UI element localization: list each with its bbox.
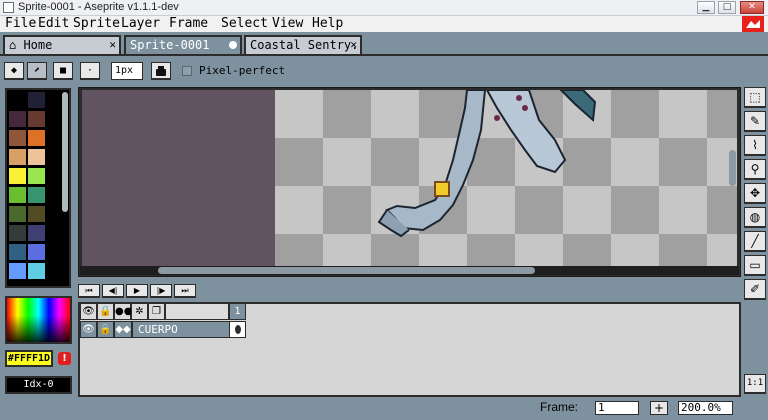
ink-bottle-icon[interactable]	[151, 62, 171, 80]
menu-file[interactable]: File	[3, 16, 38, 32]
first-frame-button[interactable]: ⏮	[78, 284, 100, 298]
next-frame-button[interactable]: |▶	[150, 284, 172, 298]
marquee-tool-icon[interactable]: ⬚	[744, 87, 766, 108]
tab-coastal-sentry[interactable]: Coastal Sentry. ✕	[244, 35, 362, 54]
color-warning-icon[interactable]: !	[58, 352, 71, 365]
color-spectrum[interactable]	[5, 296, 72, 344]
zoom-1to1-button[interactable]: 1:1	[744, 374, 766, 394]
menu-select[interactable]: Select	[219, 16, 270, 32]
close-tab-icon[interactable]: ✕	[350, 37, 357, 53]
layers-icon[interactable]: ❐	[148, 303, 165, 320]
menu-frame[interactable]: Frame	[167, 16, 210, 32]
unsaved-dot-icon	[229, 41, 237, 49]
palette-swatch[interactable]	[9, 244, 26, 260]
vertical-scroll-thumb[interactable]	[729, 150, 736, 186]
fill-tool-icon[interactable]: ◍	[744, 207, 766, 228]
palette-swatch[interactable]	[28, 225, 45, 241]
palette-swatch[interactable]	[9, 225, 26, 241]
palette-swatch[interactable]	[28, 149, 45, 165]
close-tab-icon[interactable]: ✕	[109, 37, 116, 53]
palette-swatch[interactable]	[9, 263, 26, 279]
pixel-perfect-label: Pixel-perfect	[199, 64, 286, 77]
palette-swatch[interactable]	[28, 263, 45, 279]
layer-continuous-icon[interactable]: ◆◆	[114, 321, 132, 338]
menu-help[interactable]: Help	[310, 16, 345, 32]
eye-icon[interactable]: 👁	[80, 303, 97, 320]
brush-size-input[interactable]: 1px	[111, 62, 143, 80]
brush-type-button[interactable]: ◆	[4, 62, 24, 80]
play-button[interactable]: ▶	[126, 284, 148, 298]
tab-sprite-0001[interactable]: Sprite-0001	[124, 35, 242, 54]
layer-name[interactable]: CUERPO	[132, 321, 230, 338]
pixel-perfect-checkbox[interactable]	[182, 66, 192, 76]
rectangle-tool-icon[interactable]: ▭	[744, 255, 766, 276]
menu-view[interactable]: View	[270, 16, 305, 32]
horizontal-scroll-thumb[interactable]	[158, 267, 535, 274]
tools-panel: ⬚ ✎ ⌇ ⚲ ✥ ◍ ╱ ▭ ✐	[744, 87, 768, 395]
palette-swatch[interactable]	[28, 92, 45, 108]
menu-sprite[interactable]: Sprite	[71, 16, 122, 32]
palette-swatch[interactable]	[9, 92, 26, 108]
canvas-background	[82, 90, 275, 266]
gear-icon[interactable]: ✲	[131, 303, 148, 320]
tool-options-bar: ◆ ⬈ ■ · 1px Pixel-perfect	[0, 54, 768, 86]
layer-visibility-eye-icon[interactable]: 👁	[80, 321, 97, 338]
palette-swatch[interactable]	[9, 130, 26, 146]
palette-swatch[interactable]	[28, 187, 45, 203]
palette-swatch[interactable]	[28, 168, 45, 184]
cel-frame-1[interactable]	[229, 321, 246, 338]
foreground-color-button[interactable]: #FFFF1D	[5, 350, 53, 367]
menu-edit[interactable]: Edit	[36, 16, 71, 32]
palette-swatch[interactable]	[28, 130, 45, 146]
tab-label: ⌂ Home	[9, 38, 53, 52]
sprite-canvas[interactable]	[275, 90, 737, 266]
palette-swatch[interactable]	[28, 111, 45, 127]
sprite-art	[377, 90, 597, 238]
previous-frame-button[interactable]: ◀|	[102, 284, 124, 298]
palette-swatch[interactable]	[9, 206, 26, 222]
tab-strip: ⌂ Home ✕ Sprite-0001 Coastal Sentry. ✕	[0, 32, 768, 54]
onion-skin-icon[interactable]: ●●	[114, 303, 132, 320]
tab-home[interactable]: ⌂ Home ✕	[3, 35, 121, 54]
minimize-button[interactable]: ▁	[697, 1, 715, 14]
zoom-input[interactable]: 200.0%	[678, 401, 733, 415]
eyedropper-tool-icon[interactable]: ⌇	[744, 135, 766, 156]
palette-swatch[interactable]	[28, 206, 45, 222]
last-frame-button[interactable]: ⏭	[174, 284, 196, 298]
maximize-button[interactable]: □	[718, 1, 736, 14]
color-index-button[interactable]: Idx-0	[5, 376, 72, 394]
frame-header-1[interactable]: 1	[229, 303, 246, 320]
frame-input[interactable]: 1	[595, 401, 639, 415]
tab-label: Sprite-0001	[130, 38, 210, 52]
spray-tool-icon[interactable]: ✐	[744, 279, 766, 300]
menu-bar: File Edit Sprite Layer Frame Select View…	[0, 16, 768, 32]
palette-swatch[interactable]	[9, 111, 26, 127]
line-tool-icon[interactable]: ╱	[744, 231, 766, 252]
tab-label: Coastal Sentry.	[250, 38, 359, 52]
palette-scrollbar[interactable]	[62, 92, 68, 212]
palette-swatch[interactable]	[9, 168, 26, 184]
aseprite-logo-icon	[742, 16, 764, 32]
close-button[interactable]: ✕	[740, 1, 764, 14]
title-bar: Sprite-0001 - Aseprite v1.1.1-dev ▁ □ ✕	[0, 0, 768, 16]
menu-layer[interactable]: Layer	[119, 16, 162, 32]
layer-lock-icon[interactable]: 🔒	[97, 321, 114, 338]
app-icon	[3, 2, 14, 13]
frame-label: Frame:	[540, 400, 579, 414]
palette-swatch[interactable]	[9, 187, 26, 203]
move-tool-icon[interactable]: ✥	[744, 183, 766, 204]
lock-icon[interactable]: 🔒	[97, 303, 114, 320]
add-frame-button[interactable]: +	[650, 401, 668, 415]
cel-dot-icon	[235, 325, 241, 334]
pencil-tool-icon[interactable]: ✎	[744, 111, 766, 132]
brush-square-button[interactable]: ■	[53, 62, 73, 80]
palette-swatch[interactable]	[28, 244, 45, 260]
window-title: Sprite-0001 - Aseprite v1.1.1-dev	[18, 1, 179, 13]
zoom-tool-icon[interactable]: ⚲	[744, 159, 766, 180]
timeline-header-spacer	[165, 303, 229, 320]
palette-swatch[interactable]	[9, 149, 26, 165]
brush-point-button[interactable]: ·	[80, 62, 100, 80]
brush-shape-button[interactable]: ⬈	[27, 62, 47, 80]
